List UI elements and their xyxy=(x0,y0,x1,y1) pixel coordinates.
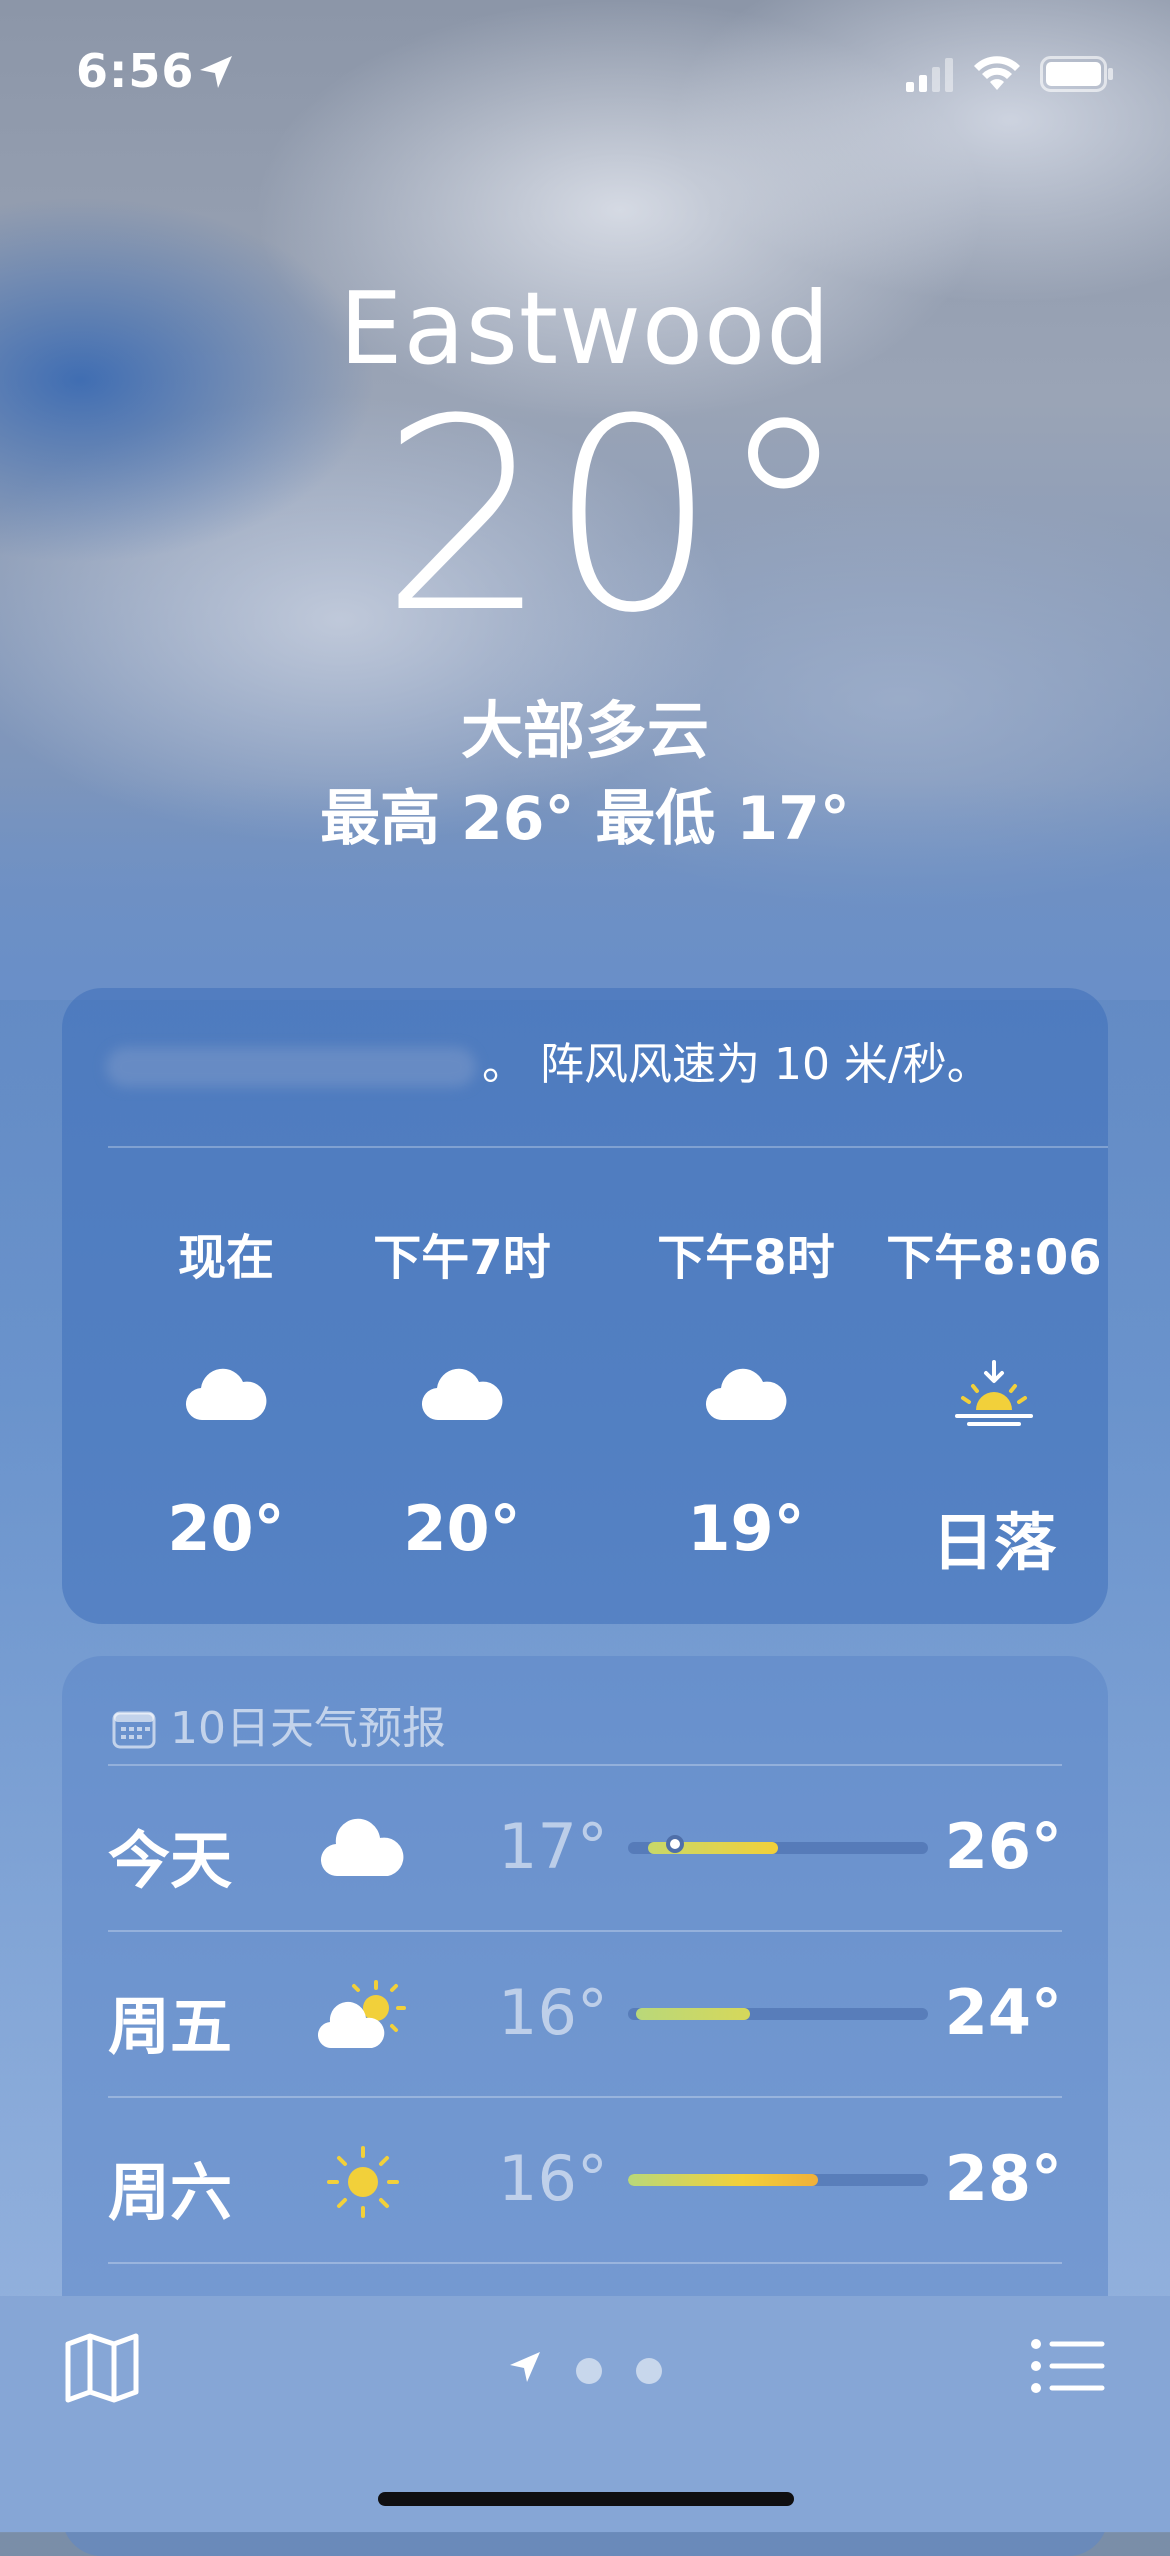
home-indicator[interactable] xyxy=(378,2492,794,2506)
day-row[interactable]: 周六 16° 28° xyxy=(108,2096,1062,2260)
battery-icon xyxy=(1040,56,1113,92)
status-time: 6:56 xyxy=(76,44,195,98)
page-indicator[interactable] xyxy=(500,2344,680,2394)
day-low: 17° xyxy=(498,1810,608,1883)
sun-icon xyxy=(327,2146,399,2218)
redacted-text xyxy=(106,1047,476,1087)
current-temperature: 20° xyxy=(380,363,850,671)
day-high: 28° xyxy=(944,2142,1062,2215)
ten-day-header: 10日天气预报 xyxy=(112,1692,446,1756)
hourly-list[interactable]: 现在 20° 下午7时 20° 下午8时 19° 下午8:06 日落 xyxy=(62,1218,1108,1598)
day-low: 16° xyxy=(498,2142,608,2215)
cloud-icon xyxy=(320,1818,404,1877)
wifi-icon xyxy=(974,56,1020,90)
cloud-icon xyxy=(185,1368,267,1421)
cloud-icon xyxy=(421,1368,503,1421)
temperature-range-bar xyxy=(628,2008,928,2020)
divider xyxy=(108,1146,1108,1148)
divider xyxy=(108,1930,1062,1932)
hourly-item: 下午8:06 日落 xyxy=(884,1218,1104,1582)
sunset-icon xyxy=(955,1360,1033,1426)
hour-temperature: 19° xyxy=(687,1492,805,1565)
ten-day-title: 10日天气预报 xyxy=(170,1703,446,1754)
condition-text: 大部多云 xyxy=(460,694,709,767)
day-name: 周五 xyxy=(108,1990,233,2063)
day-name: 周六 xyxy=(108,2156,233,2229)
divider xyxy=(108,1764,1062,1766)
day-row[interactable]: 今天 17° 26° xyxy=(108,1764,1062,1928)
divider xyxy=(108,2262,1062,2264)
hour-temperature: 20° xyxy=(167,1492,285,1565)
divider xyxy=(108,2096,1062,2098)
temperature-range-bar xyxy=(628,2174,928,2186)
page-dot[interactable] xyxy=(636,2358,662,2384)
hourly-item: 下午8时 19° xyxy=(646,1218,846,1565)
current-temperature-marker xyxy=(666,1835,684,1853)
current-location-icon xyxy=(510,2352,540,2382)
hour-temperature: 20° xyxy=(403,1492,521,1565)
day-high: 26° xyxy=(944,1810,1062,1883)
partly-sunny-icon xyxy=(318,1980,406,2049)
temperature-range-fill xyxy=(636,2008,750,2020)
day-high: 24° xyxy=(944,1976,1062,2049)
sunset-label: 日落 xyxy=(931,1506,1056,1579)
hourly-item: 现在 20° xyxy=(126,1218,326,1565)
hour-label: 下午8时 xyxy=(657,1230,835,1286)
hourly-item: 下午7时 20° xyxy=(362,1218,562,1565)
hourly-forecast-card[interactable]: 。 阵风风速为 10 米/秒。 现在 20° 下午7时 20° 下午8时 19°… xyxy=(62,988,1108,1624)
hour-label: 下午8:06 xyxy=(886,1230,1102,1286)
hour-label: 现在 xyxy=(177,1230,274,1286)
list-icon[interactable] xyxy=(1030,2336,1106,2396)
status-bar: 6:56 xyxy=(0,0,1170,150)
location-arrow-icon xyxy=(200,56,232,88)
day-low: 16° xyxy=(498,1976,608,2049)
calendar-icon xyxy=(112,1711,156,1749)
cellular-signal-icon xyxy=(906,58,953,92)
temperature-range-fill xyxy=(628,2174,818,2186)
day-row[interactable]: 周五 16° 24° xyxy=(108,1930,1062,2094)
high-low-text: 最高 26° 最低 17° xyxy=(320,784,850,854)
hour-label: 下午7时 xyxy=(373,1230,551,1286)
bottom-toolbar xyxy=(0,2296,1170,2532)
day-name: 今天 xyxy=(108,1824,233,1897)
cloud-icon xyxy=(705,1368,787,1421)
map-icon[interactable] xyxy=(64,2332,140,2404)
hourly-summary: 。 阵风风速为 10 米/秒。 xyxy=(106,1028,1078,1092)
page-dot[interactable] xyxy=(576,2358,602,2384)
